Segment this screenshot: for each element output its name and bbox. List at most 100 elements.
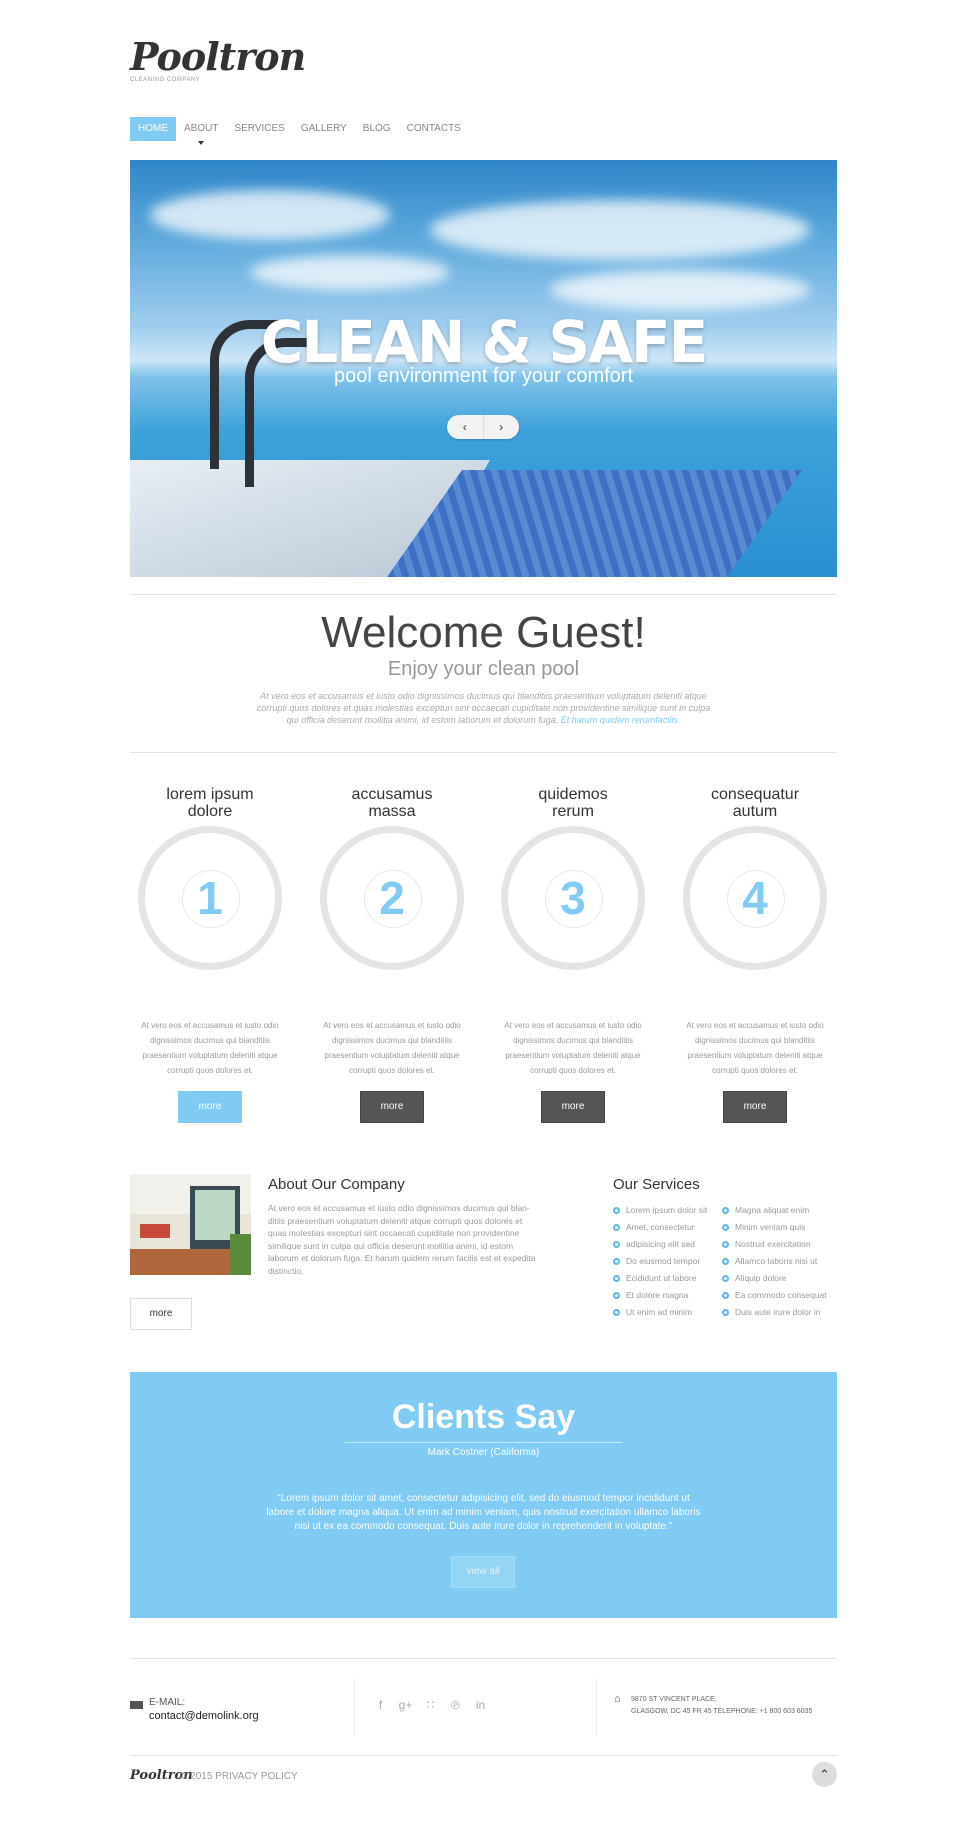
service-label: Ut enim ad minim bbox=[626, 1307, 693, 1317]
feature-title-line: autum bbox=[732, 803, 778, 820]
welcome-link[interactable]: Et harum quidem rerumfacilis. bbox=[561, 715, 681, 725]
service-item[interactable]: Ut enim ad minim bbox=[613, 1304, 723, 1321]
hero-slider: CLEAN & SAFE pool environment for your c… bbox=[130, 160, 837, 577]
service-item[interactable]: adipisicing elit sed bbox=[613, 1236, 723, 1253]
rss-icon[interactable]: ∷ bbox=[418, 1698, 443, 1712]
service-item[interactable]: Lorem ipsum dolor sit bbox=[613, 1202, 723, 1219]
nav-item-gallery[interactable]: GALLERY bbox=[293, 117, 355, 141]
divider bbox=[130, 594, 837, 595]
service-label: Aliquip dolore bbox=[735, 1273, 787, 1283]
slider-next-icon[interactable]: › bbox=[484, 415, 520, 439]
cloud-shape bbox=[550, 270, 810, 310]
logo[interactable]: Pooltron bbox=[130, 34, 306, 79]
bullet-icon bbox=[613, 1309, 620, 1316]
feature-card: accusamus massa 2 At vero eos et accusamu… bbox=[312, 786, 472, 1123]
divider bbox=[130, 1755, 837, 1756]
feature-text: At vero eos et accusamus et iusto odio d… bbox=[141, 1021, 279, 1075]
nav-item-contacts[interactable]: CONTACTS bbox=[399, 117, 469, 141]
google-plus-icon[interactable]: g+ bbox=[393, 1698, 418, 1712]
main-nav: HOME ABOUT SERVICES GALLERY BLOG CONTACT… bbox=[130, 117, 469, 145]
scroll-top-icon[interactable]: ⌃ bbox=[812, 1762, 837, 1787]
feature-card: quidemos rerum 3 At vero eos et accusamus… bbox=[493, 786, 653, 1123]
envelope-icon bbox=[130, 1701, 143, 1709]
email-label: E-MAIL: bbox=[149, 1697, 186, 1708]
bullet-icon bbox=[722, 1207, 729, 1214]
service-label: Allamco laboris nisi ut bbox=[735, 1256, 818, 1266]
feature-circle: 3 bbox=[501, 826, 645, 970]
feature-title: quidemos rerum bbox=[493, 786, 653, 826]
nav-item-about[interactable]: ABOUT bbox=[176, 117, 226, 145]
service-item[interactable]: Ea commodo consequat bbox=[722, 1287, 832, 1304]
bullet-icon bbox=[722, 1224, 729, 1231]
room-chairs bbox=[140, 1224, 170, 1238]
bullet-icon bbox=[613, 1224, 620, 1231]
bullet-icon bbox=[722, 1275, 729, 1282]
feature-text: At vero eos et accusamus et iusto odio d… bbox=[686, 1021, 824, 1075]
pinterest-icon[interactable]: ℗ bbox=[443, 1698, 468, 1712]
service-item[interactable]: Ecididunt ut labore bbox=[613, 1270, 723, 1287]
email-link[interactable]: contact@demolink.org bbox=[149, 1710, 259, 1722]
feature-circle: 4 bbox=[683, 826, 827, 970]
linkedin-icon[interactable]: in bbox=[468, 1698, 493, 1712]
feature-more-button[interactable]: more bbox=[178, 1091, 242, 1123]
service-label: Minim veniam quis bbox=[735, 1222, 806, 1232]
service-label: Ea commodo consequat bbox=[735, 1290, 827, 1300]
bullet-icon bbox=[722, 1258, 729, 1265]
feature-title-line: consequatur bbox=[710, 786, 800, 803]
feature-title: lorem ipsum dolore bbox=[130, 786, 290, 826]
service-item[interactable]: Do eiusmod tempor bbox=[613, 1253, 723, 1270]
nav-item-services[interactable]: SERVICES bbox=[226, 117, 292, 141]
social-links: f g+ ∷ ℗ in bbox=[368, 1698, 493, 1712]
service-label: Ecididunt ut labore bbox=[626, 1273, 697, 1283]
address-line: GLASGOW, DC 45 FR 45 TELEPHONE: +1 800 6… bbox=[631, 1708, 813, 1715]
nav-item-home[interactable]: HOME bbox=[130, 117, 176, 141]
hero-subtitle: pool environment for your comfort bbox=[333, 365, 634, 387]
feature-circle: 2 bbox=[320, 826, 464, 970]
service-item[interactable]: Minim veniam quis bbox=[722, 1219, 832, 1236]
service-item[interactable]: Allamco laboris nisi ut bbox=[722, 1253, 832, 1270]
feature-more-button[interactable]: more bbox=[360, 1091, 424, 1123]
about-text: At vero eos et accusamus et iusto odio d… bbox=[268, 1203, 536, 1276]
bullet-icon bbox=[722, 1241, 729, 1248]
service-label: Et dolore magna bbox=[626, 1290, 689, 1300]
slider-controls: ‹ › bbox=[447, 415, 519, 439]
clients-section: Clients Say Mark Costner (California) "L… bbox=[130, 1372, 837, 1618]
nav-item-blog[interactable]: BLOG bbox=[355, 117, 399, 141]
service-label: Amet, consectetur bbox=[626, 1222, 695, 1232]
footer-divider bbox=[596, 1678, 597, 1736]
facebook-icon[interactable]: f bbox=[368, 1698, 393, 1712]
view-all-button[interactable]: view all bbox=[451, 1556, 515, 1588]
welcome-text: At vero eos et accusamus et iusto odio d… bbox=[250, 690, 717, 726]
service-item[interactable]: Aliquip dolore bbox=[722, 1270, 832, 1287]
feature-title: accusamus massa bbox=[312, 786, 472, 826]
feature-more-button[interactable]: more bbox=[541, 1091, 605, 1123]
service-item[interactable]: Magna aliquat enim bbox=[722, 1202, 832, 1219]
clients-author: Mark Costner (California) bbox=[427, 1447, 540, 1458]
welcome-title: Welcome Guest! bbox=[321, 608, 646, 657]
feature-more-button[interactable]: more bbox=[723, 1091, 787, 1123]
clients-divider bbox=[345, 1442, 622, 1443]
about-more-button[interactable]: more bbox=[130, 1298, 192, 1330]
service-item[interactable]: Duis aute irure dolor in bbox=[722, 1304, 832, 1321]
feature-circle: 1 bbox=[138, 826, 282, 970]
room-lawn bbox=[230, 1234, 251, 1275]
feature-number: 2 bbox=[379, 872, 405, 924]
copyright[interactable]: © 2015 PRIVACY POLICY bbox=[180, 1771, 298, 1782]
service-item[interactable]: Amet, consectetur bbox=[613, 1219, 723, 1236]
slider-prev-icon[interactable]: ‹ bbox=[447, 415, 484, 439]
feature-title-line: rerum bbox=[552, 803, 594, 820]
service-label: Magna aliquat enim bbox=[735, 1205, 810, 1215]
clients-quote: "Lorem ipsum dolor sit amet, consectetur… bbox=[266, 1493, 701, 1532]
feature-card: consequatur autum 4 At vero eos et accusa… bbox=[675, 786, 835, 1123]
feature-title-line: massa bbox=[368, 803, 416, 820]
dropdown-caret-icon bbox=[198, 141, 205, 145]
welcome-subtitle: Enjoy your clean pool bbox=[387, 658, 580, 680]
service-item[interactable]: Nostrud exercitation bbox=[722, 1236, 832, 1253]
about-image bbox=[130, 1174, 251, 1275]
feature-title-line: accusamus bbox=[351, 786, 433, 803]
bullet-icon bbox=[722, 1309, 729, 1316]
service-label: Do eiusmod tempor bbox=[626, 1256, 701, 1266]
services-title: Our Services bbox=[613, 1176, 700, 1193]
home-icon: ⌂ bbox=[614, 1693, 621, 1705]
service-item[interactable]: Et dolore magna bbox=[613, 1287, 723, 1304]
